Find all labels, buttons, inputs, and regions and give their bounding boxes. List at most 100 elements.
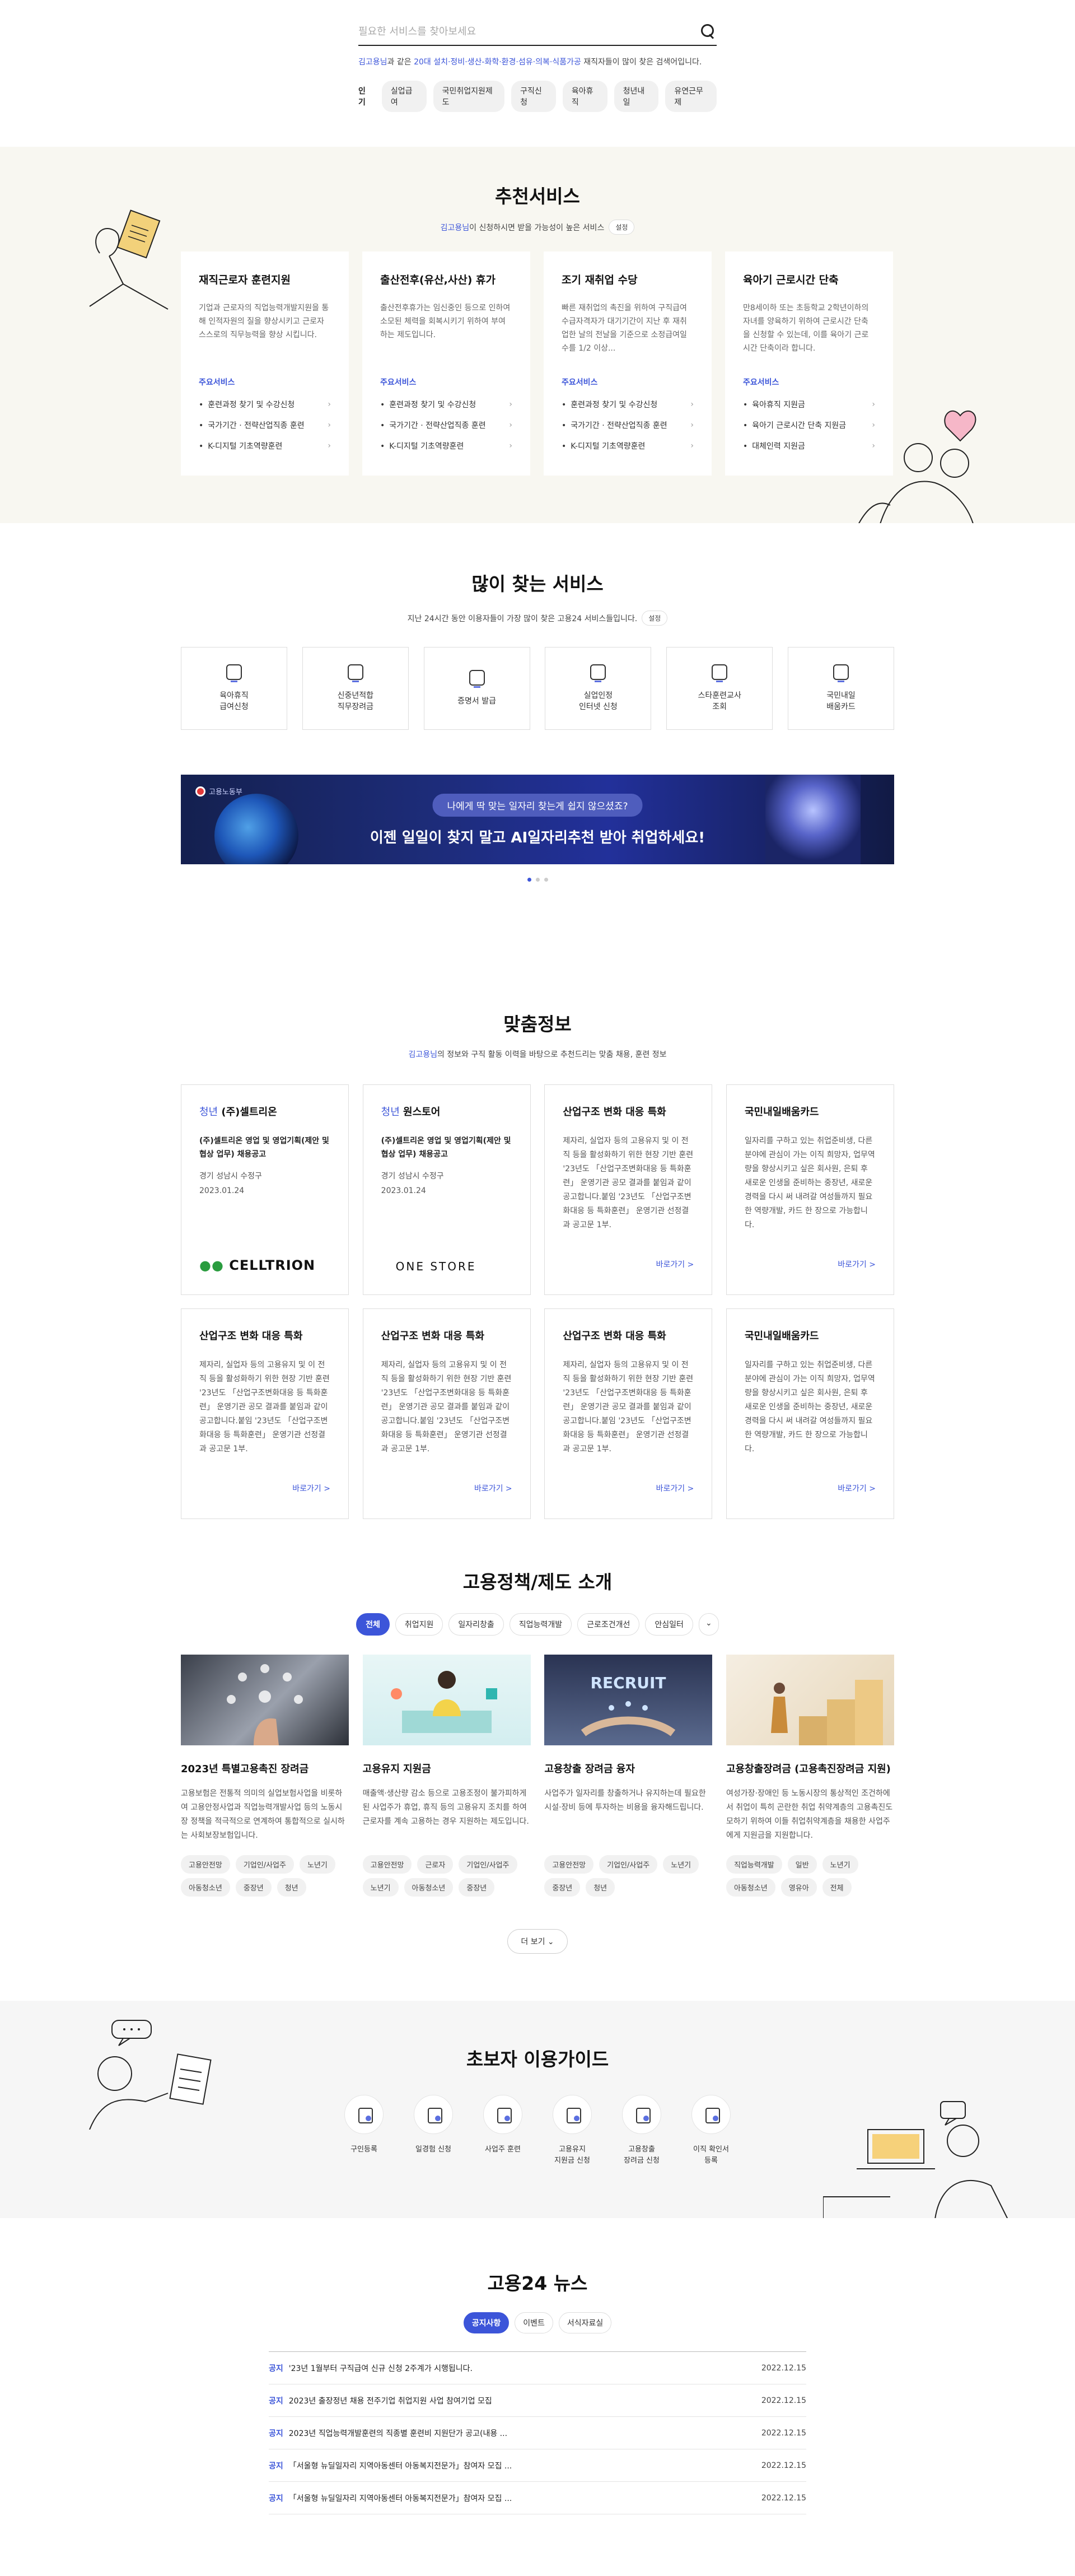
- tab-safe-workplace[interactable]: 안심일터: [645, 1613, 693, 1636]
- search-icon[interactable]: [699, 22, 717, 40]
- service-link[interactable]: • 대체인력 지원금 ›: [743, 436, 875, 456]
- info-card[interactable]: 산업구조 변화 대응 특화 제자리, 실업자 등의 고용유지 및 이 전직 등을…: [362, 1308, 531, 1519]
- ai-job-banner[interactable]: 고용노동부 나에게 딱 맞는 일자리 찾는게 쉽지 않으셨죠? 이젠 일일이 찾…: [181, 775, 894, 864]
- popular-keyword[interactable]: 실업급여: [381, 81, 427, 112]
- policy-tag[interactable]: 노년기: [663, 1855, 699, 1874]
- news-title-link[interactable]: 2023년 출장정년 채용 전주기업 취업지원 사업 참여기업 모집: [289, 2395, 761, 2406]
- news-row[interactable]: 공지 「서울형 뉴딜일자리 지역아동센터 아동복지전문가」참여자 모집 ... 20…: [269, 2482, 806, 2514]
- info-card[interactable]: 국민내일배움카드 일자리를 구하고 있는 취업준비생, 다른 분야에 관심이 가…: [726, 1308, 894, 1519]
- policy-tag[interactable]: 기업인/사업주: [235, 1855, 294, 1874]
- tab-notice[interactable]: 공지사항: [463, 2312, 510, 2333]
- more-button[interactable]: 더 보기 ⌄: [507, 1929, 568, 1954]
- service-link[interactable]: • K-디지털 기초역량훈련 ›: [562, 436, 694, 456]
- job-card[interactable]: 청년 (주)셀트리온 (주)셀트리온 영업 및 영업기획(제안 및 협상 업무)…: [181, 1084, 349, 1295]
- tab-employment-support[interactable]: 취업지원: [395, 1613, 443, 1636]
- info-card[interactable]: 산업구조 변화 대응 특화 제자리, 실업자 등의 고용유지 및 이 전직 등을…: [544, 1308, 713, 1519]
- policy-tag[interactable]: 직업능력개발: [726, 1855, 782, 1874]
- policy-tag[interactable]: 청년: [277, 1878, 306, 1897]
- service-link[interactable]: • 훈련과정 찾기 및 수강신청 ›: [562, 394, 694, 415]
- search-input[interactable]: [358, 25, 699, 38]
- policy-tag[interactable]: 아동청소년: [726, 1878, 775, 1897]
- go-link[interactable]: 바로가기 >: [838, 1483, 876, 1494]
- guide-item[interactable]: 사업주 훈련: [481, 2095, 525, 2167]
- guide-item[interactable]: 고용유지 지원금 신청: [550, 2095, 594, 2167]
- recommend-card[interactable]: 출산전후(유산,사산) 휴가 출산전후휴가는 임신중인 등으로 인하여 소모된 …: [362, 251, 530, 476]
- info-card[interactable]: 국민내일배움카드 일자리를 구하고 있는 취업준비생, 다른 분야에 관심이 가…: [726, 1084, 894, 1295]
- policy-card[interactable]: 2023년 특별고용촉진 장려금 고용보험은 전통적 의미의 실업보험사업을 비…: [181, 1655, 349, 1897]
- go-link[interactable]: 바로가기 >: [656, 1483, 694, 1494]
- guide-item[interactable]: 고용창출 장려금 신청: [620, 2095, 663, 2167]
- service-link[interactable]: • 훈련과정 찾기 및 수강신청 ›: [380, 394, 512, 415]
- policy-tag[interactable]: 고용안전망: [181, 1855, 230, 1874]
- policy-tag[interactable]: 아동청소년: [404, 1878, 454, 1897]
- policy-card[interactable]: 고용유지 지원금 매출액·생산량 감소 등으로 고용조정이 불가피하게 된 사업…: [362, 1655, 531, 1897]
- service-link[interactable]: • 육아휴직 지원금 ›: [743, 394, 875, 415]
- popular-keyword[interactable]: 유연근무제: [665, 81, 717, 112]
- tab-event[interactable]: 이벤트: [515, 2312, 553, 2333]
- info-card[interactable]: 산업구조 변화 대응 특화 제자리, 실업자 등의 고용유지 및 이 전직 등을…: [544, 1084, 713, 1295]
- pagination-dot[interactable]: [535, 878, 540, 882]
- news-title-link[interactable]: '23년 1월부터 구직급여 신규 신청 2주계가 시행됩니다.: [289, 2363, 761, 2374]
- frequent-service-item[interactable]: 신중년적합 직무장려금: [302, 647, 409, 730]
- guide-item[interactable]: 이직 확인서 등록: [689, 2095, 733, 2167]
- info-card[interactable]: 산업구조 변화 대응 특화 제자리, 실업자 등의 고용유지 및 이 전직 등을…: [181, 1308, 349, 1519]
- frequent-service-item[interactable]: 육아휴직 급여신청: [181, 647, 287, 730]
- service-link[interactable]: • K-디지털 기초역량훈련 ›: [380, 436, 512, 456]
- news-title-link[interactable]: 「서울형 뉴딜일자리 지역아동센터 아동복지전문가」참여자 모집 ...: [289, 2460, 761, 2471]
- news-title-link[interactable]: 2023년 직업능력개발훈련의 직종별 훈련비 지원단가 공고(내용 ...: [289, 2428, 761, 2439]
- chevron-down-icon[interactable]: ⌄: [698, 1613, 719, 1636]
- policy-tag[interactable]: 기업인/사업주: [599, 1855, 658, 1874]
- tab-forms[interactable]: 서식자료실: [558, 2312, 612, 2333]
- policy-tag[interactable]: 청년: [586, 1878, 615, 1897]
- frequent-service-item[interactable]: 실업인정 인터넷 신청: [545, 647, 652, 730]
- policy-tag[interactable]: 전체: [822, 1878, 852, 1897]
- go-link[interactable]: 바로가기 >: [292, 1483, 330, 1494]
- policy-tag[interactable]: 노년기: [362, 1878, 399, 1897]
- frequent-service-item[interactable]: 스타훈련교사 조회: [666, 647, 773, 730]
- tab-job-creation[interactable]: 일자리창출: [448, 1613, 504, 1636]
- popular-keyword[interactable]: 육아휴직: [562, 81, 607, 112]
- pagination-dot[interactable]: [544, 878, 548, 882]
- policy-tag[interactable]: 일반: [787, 1855, 817, 1874]
- policy-card[interactable]: 고용창출장려금 (고용촉진장려금 지원) 여성가장·장애인 등 노동시장의 통상…: [726, 1655, 894, 1897]
- go-link[interactable]: 바로가기 >: [656, 1259, 694, 1270]
- policy-tag[interactable]: 중장년: [235, 1878, 272, 1897]
- policy-card[interactable]: RECRUIT 고용창출 장려금 융자 사업주가 일자리를 창출하거나 유지하는…: [544, 1655, 713, 1897]
- service-link[interactable]: • 육아기 근로시간 단축 지원금 ›: [743, 415, 875, 436]
- popular-keyword[interactable]: 국민취업지원제도: [433, 81, 505, 112]
- pagination-dot[interactable]: [527, 878, 531, 882]
- recommend-card[interactable]: 재직근로자 훈련지원 기업과 근로자의 직업능력개발지원을 통해 인적자원의 질…: [181, 251, 349, 476]
- guide-item[interactable]: 구인등록: [342, 2095, 386, 2167]
- go-link[interactable]: 바로가기 >: [838, 1259, 876, 1270]
- policy-tag[interactable]: 근로자: [417, 1855, 454, 1874]
- setting-button[interactable]: 설정: [642, 611, 668, 626]
- news-title-link[interactable]: 「서울형 뉴딜일자리 지역아동센터 아동복지전문가」참여자 모집 ...: [289, 2493, 761, 2504]
- service-link[interactable]: • 국가기간 · 전략산업직종 훈련 ›: [562, 415, 694, 436]
- policy-tag[interactable]: 고용안전망: [544, 1855, 594, 1874]
- recommend-card[interactable]: 육아기 근로시간 단축 만8세이하 또는 초등학교 2학년이하의 자녀를 양육하…: [725, 251, 893, 476]
- guide-item[interactable]: 일경험 신청: [412, 2095, 455, 2167]
- news-row[interactable]: 공지 「서울형 뉴딜일자리 지역아동센터 아동복지전문가」참여자 모집 ... 20…: [269, 2449, 806, 2482]
- service-link[interactable]: • 국가기간 · 전략산업직종 훈련 ›: [199, 415, 331, 436]
- policy-tag[interactable]: 영유아: [780, 1878, 817, 1897]
- policy-tag[interactable]: 기업인/사업주: [459, 1855, 517, 1874]
- policy-tag[interactable]: 중장년: [459, 1878, 495, 1897]
- policy-tag[interactable]: 아동청소년: [181, 1878, 230, 1897]
- policy-tag[interactable]: 노년기: [299, 1855, 335, 1874]
- frequent-service-item[interactable]: 국민내일 배움카드: [787, 647, 894, 730]
- tab-skill-development[interactable]: 직업능력개발: [509, 1613, 572, 1636]
- setting-button[interactable]: 설정: [609, 220, 635, 235]
- go-link[interactable]: 바로가기 >: [474, 1483, 512, 1494]
- policy-tag[interactable]: 중장년: [544, 1878, 581, 1897]
- service-link[interactable]: • K-디지털 기초역량훈련 ›: [199, 436, 331, 456]
- news-row[interactable]: 공지 '23년 1월부터 구직급여 신규 신청 2주계가 시행됩니다. 2022.1…: [269, 2352, 806, 2384]
- tab-working-conditions[interactable]: 근로조건개선: [577, 1613, 640, 1636]
- news-row[interactable]: 공지 2023년 출장정년 채용 전주기업 취업지원 사업 참여기업 모집 2022…: [269, 2384, 806, 2417]
- policy-tag[interactable]: 노년기: [822, 1855, 858, 1874]
- service-link[interactable]: • 훈련과정 찾기 및 수강신청 ›: [199, 394, 331, 415]
- recommend-card[interactable]: 조기 재취업 수당 빠른 재취업의 촉진을 위하여 구직급여 수급자격자가 대기…: [544, 251, 712, 476]
- service-link[interactable]: • 국가기간 · 전략산업직종 훈련 ›: [380, 415, 512, 436]
- popular-keyword[interactable]: 구직신청: [511, 81, 556, 112]
- tab-all[interactable]: 전체: [356, 1613, 390, 1636]
- frequent-service-item[interactable]: 증명서 발급: [423, 647, 530, 730]
